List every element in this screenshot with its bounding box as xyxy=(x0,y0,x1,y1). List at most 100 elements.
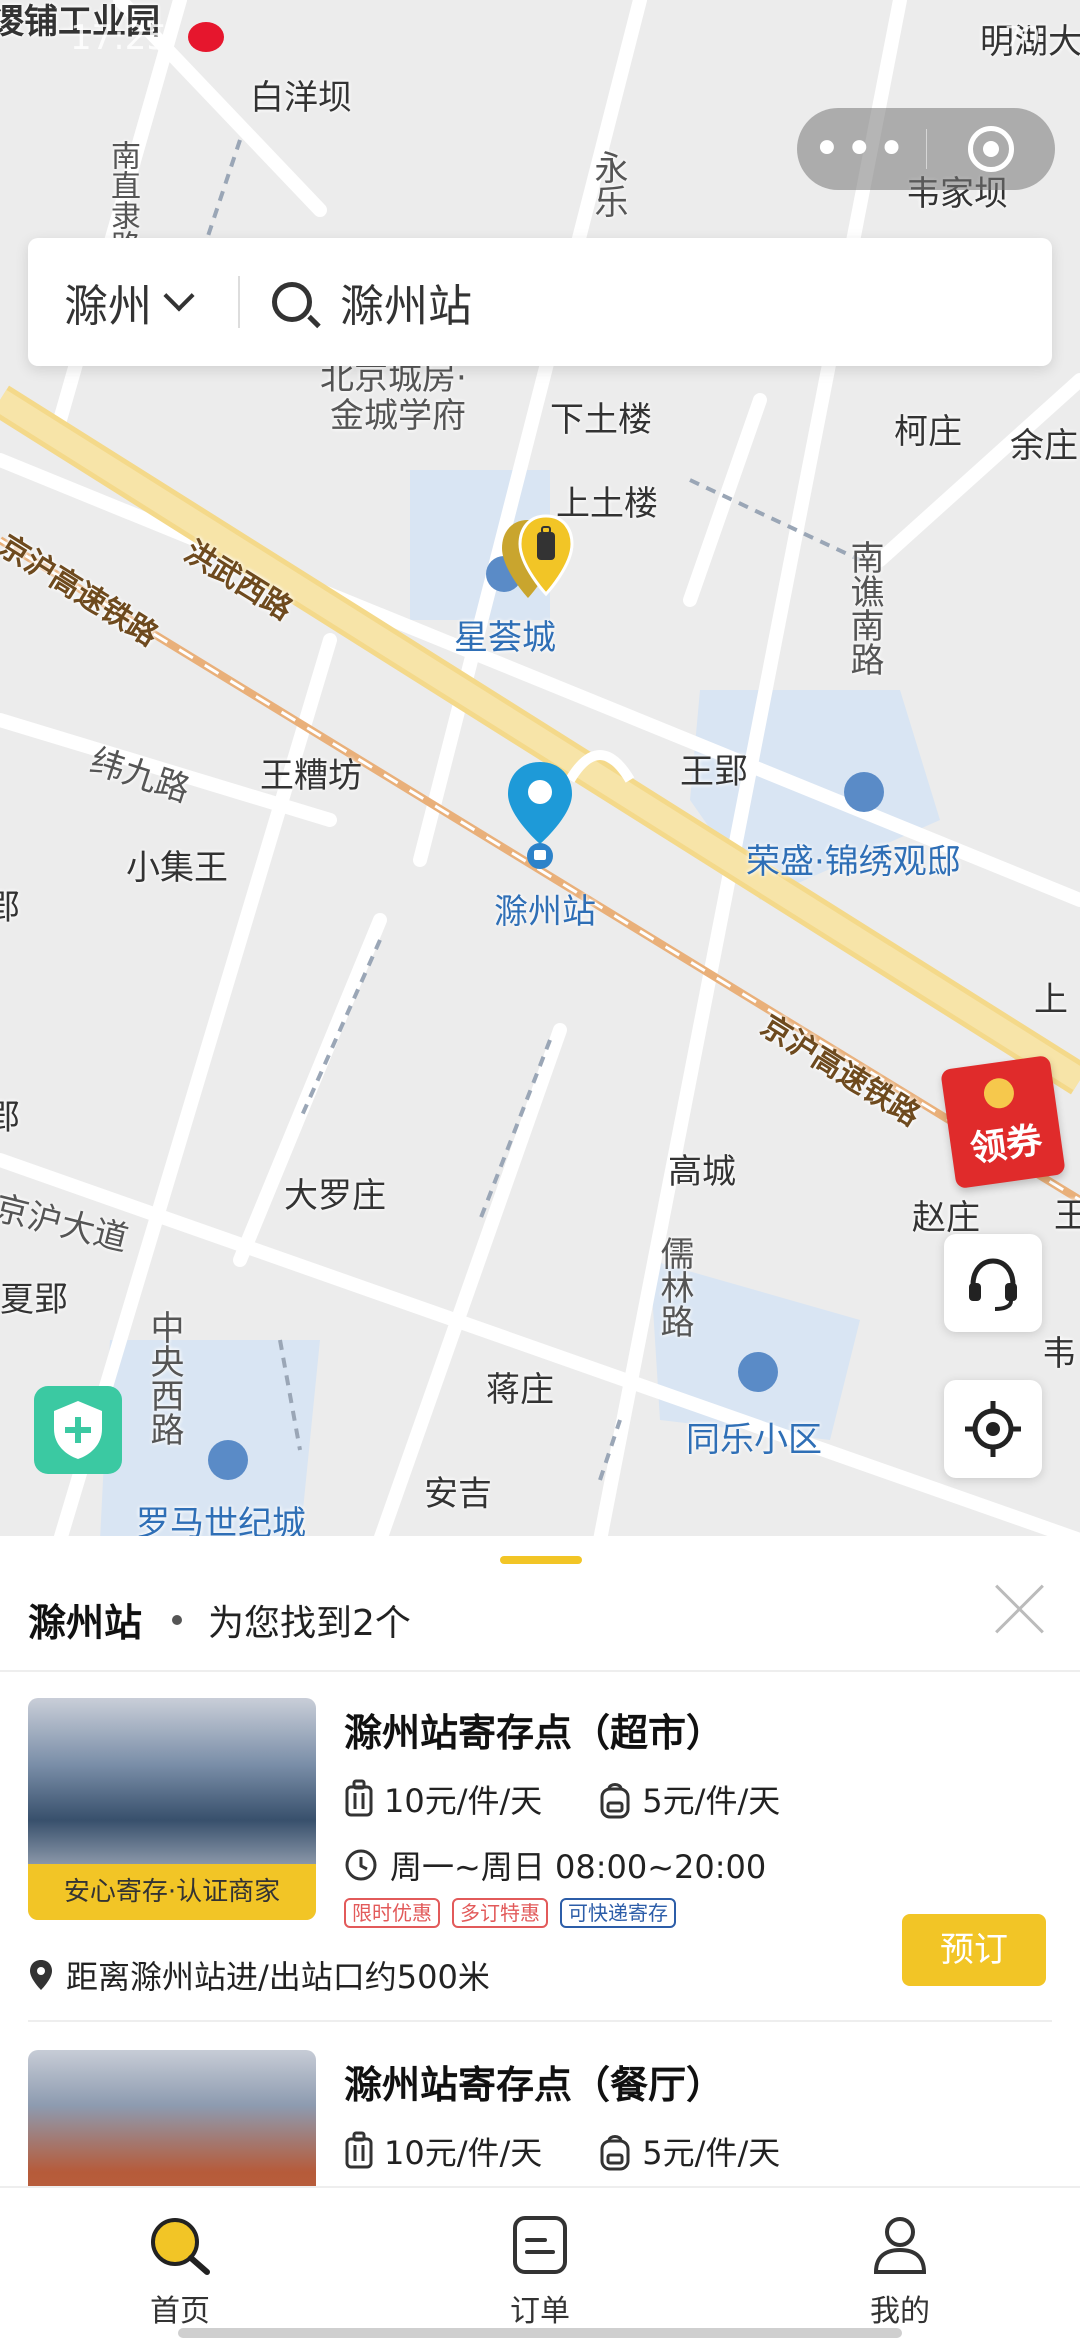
suitcase-icon xyxy=(345,2131,373,2169)
tab-label: 首页 xyxy=(150,2294,210,2329)
city-label: 滁州 xyxy=(64,281,152,332)
headset-icon xyxy=(969,1258,1017,1311)
map-road xyxy=(373,1023,567,1540)
map-label: 下土楼 xyxy=(550,400,652,440)
coin-icon xyxy=(982,1076,1016,1111)
shield-plus-icon xyxy=(54,1401,102,1459)
suitcase-icon xyxy=(345,1779,373,1817)
tag-multi-order: 多订特惠 xyxy=(452,1898,548,1928)
map-label: 王郢 xyxy=(680,752,748,792)
city-selector[interactable]: 滁州 xyxy=(28,270,238,334)
close-miniprogram-button[interactable] xyxy=(927,126,1056,172)
search-divider xyxy=(238,276,240,328)
storage-pin[interactable] xyxy=(500,512,582,612)
store-photo: 安心寄存·认证商家 xyxy=(28,1698,316,1920)
map-label: 上 xyxy=(1034,980,1068,1020)
map-label: 郢 xyxy=(0,1098,20,1138)
price-row: 10元/件/天 5元/件/天 xyxy=(344,2128,836,2174)
tag-list: 限时优惠 多订特惠 可快递寄存 xyxy=(344,1898,688,1928)
tab-label: 订单 xyxy=(510,2294,570,2329)
opening-hours: 周一~周日 08:00~20:00 xyxy=(390,1848,767,1886)
map-label: 王糟坊 xyxy=(260,756,362,796)
map-label: 中央西路 xyxy=(144,1310,184,1446)
hours-row: 周一~周日 08:00~20:00 xyxy=(344,1842,766,1888)
miniprogram-capsule: ••• xyxy=(797,108,1055,190)
price-row: 10元/件/天 5元/件/天 xyxy=(344,1776,836,1822)
store-title: 滁州站寄存点（超市） xyxy=(344,1711,725,1755)
tag-express: 可快递寄存 xyxy=(560,1898,676,1928)
search-bar: 滁州 xyxy=(28,238,1052,366)
store-photo xyxy=(28,2050,316,2196)
results-station: 滁州站 xyxy=(28,1601,143,1645)
distance-row: 距离滁州站进/出站口约500米 xyxy=(28,1952,490,1998)
chevron-down-icon xyxy=(163,280,195,312)
locate-button[interactable] xyxy=(944,1380,1042,1478)
certified-badge: 安心寄存·认证商家 xyxy=(28,1864,316,1920)
result-card[interactable]: 滁州站寄存点（餐厅） 10元/件/天 5元/件/天 xyxy=(28,2050,1052,2196)
luggage-icon xyxy=(537,532,555,560)
search-input[interactable] xyxy=(340,276,940,328)
tab-orders[interactable]: 订单 xyxy=(360,2188,720,2340)
map-label: 白洋坝 xyxy=(250,78,352,118)
map-label: 王 xyxy=(1054,1196,1080,1236)
map-label: 儒林路 xyxy=(654,1236,694,1338)
backpack-icon xyxy=(600,1783,630,1819)
map-label: 小集王 xyxy=(126,848,228,888)
coupon-button[interactable]: 领券 xyxy=(940,1054,1066,1190)
target-icon xyxy=(967,126,1014,172)
divider xyxy=(28,2020,1052,2022)
results-sheet: 滁州站 为您找到2个 安心寄存·认证商家 滁州站寄存点（超市） 10元/件/天 … xyxy=(0,1536,1080,2196)
tab-profile[interactable]: 我的 xyxy=(720,2188,1080,2340)
tab-home[interactable]: 首页 xyxy=(0,2188,360,2340)
map-view[interactable]: 谡铺工业园 白洋坝 明湖大 南直隶路 永乐 韦家坝 北京城房· 金城学府 下土楼… xyxy=(0,0,1080,1540)
backpack-icon xyxy=(600,2135,630,2171)
map-label: 金城学府 xyxy=(330,396,466,436)
price-large-luggage: 10元/件/天 xyxy=(384,2134,543,2172)
map-path xyxy=(478,1039,552,1221)
map-label: 大罗庄 xyxy=(284,1176,386,1216)
map-label: 余庄 xyxy=(1010,426,1078,466)
store-title: 滁州站寄存点（餐厅） xyxy=(344,2063,725,2107)
map-label: 柯庄 xyxy=(894,412,962,452)
coupon-label: 领券 xyxy=(967,1119,1045,1171)
map-label: 安吉 xyxy=(424,1474,492,1514)
results-count: 为您找到2个 xyxy=(208,1602,411,1644)
result-card[interactable]: 安心寄存·认证商家 滁州站寄存点（超市） 10元/件/天 5元/件/天 周一~周… xyxy=(28,1698,1052,2018)
map-label: 永乐 xyxy=(588,150,628,218)
more-icon[interactable]: ••• xyxy=(797,125,926,173)
customer-service-button[interactable] xyxy=(944,1234,1042,1332)
close-icon[interactable] xyxy=(992,1582,1046,1636)
map-label: 高城 xyxy=(668,1152,736,1192)
app-root: 谡铺工业园 白洋坝 明湖大 南直隶路 永乐 韦家坝 北京城房· 金城学府 下土楼… xyxy=(0,0,1080,2340)
map-label: 荣盛·锦绣观邸 xyxy=(746,842,961,882)
clock-icon xyxy=(345,1849,377,1881)
user-icon xyxy=(873,2217,927,2274)
map-label: 赵庄 xyxy=(912,1198,980,1238)
distance-text: 距离滁州站进/出站口约500米 xyxy=(66,1958,490,1996)
house-icon xyxy=(208,1440,248,1480)
map-label: 郢 xyxy=(0,888,20,928)
tab-bar: 首页 订单 我的 xyxy=(0,2186,1080,2340)
price-large-luggage: 10元/件/天 xyxy=(384,1782,543,1820)
map-label: 蒋庄 xyxy=(486,1370,554,1410)
sheet-drag-handle[interactable] xyxy=(500,1556,582,1564)
price-small-luggage: 5元/件/天 xyxy=(642,2134,781,2172)
map-road xyxy=(683,393,767,607)
map-label: 韦 xyxy=(1042,1334,1076,1374)
location-pin[interactable] xyxy=(504,760,576,872)
divider xyxy=(0,1670,1080,1672)
safety-shield-button[interactable] xyxy=(34,1386,122,1474)
house-icon xyxy=(844,772,884,812)
bullet-dot xyxy=(172,1614,183,1625)
location-icon xyxy=(30,1960,52,1990)
tag-limited-offer: 限时优惠 xyxy=(344,1898,440,1928)
map-label: 同乐小区 xyxy=(686,1420,822,1460)
crosshair-icon xyxy=(965,1401,1021,1457)
order-list-icon xyxy=(513,2216,567,2274)
map-label: 滁州站 xyxy=(494,892,596,932)
map-label: 谡铺工业园 xyxy=(0,2,160,42)
map-label: 明湖大 xyxy=(980,22,1080,62)
map-label: 星荟城 xyxy=(454,618,556,658)
book-button[interactable]: 预订 xyxy=(902,1914,1046,1986)
system-gesture-bar[interactable] xyxy=(178,2328,902,2338)
